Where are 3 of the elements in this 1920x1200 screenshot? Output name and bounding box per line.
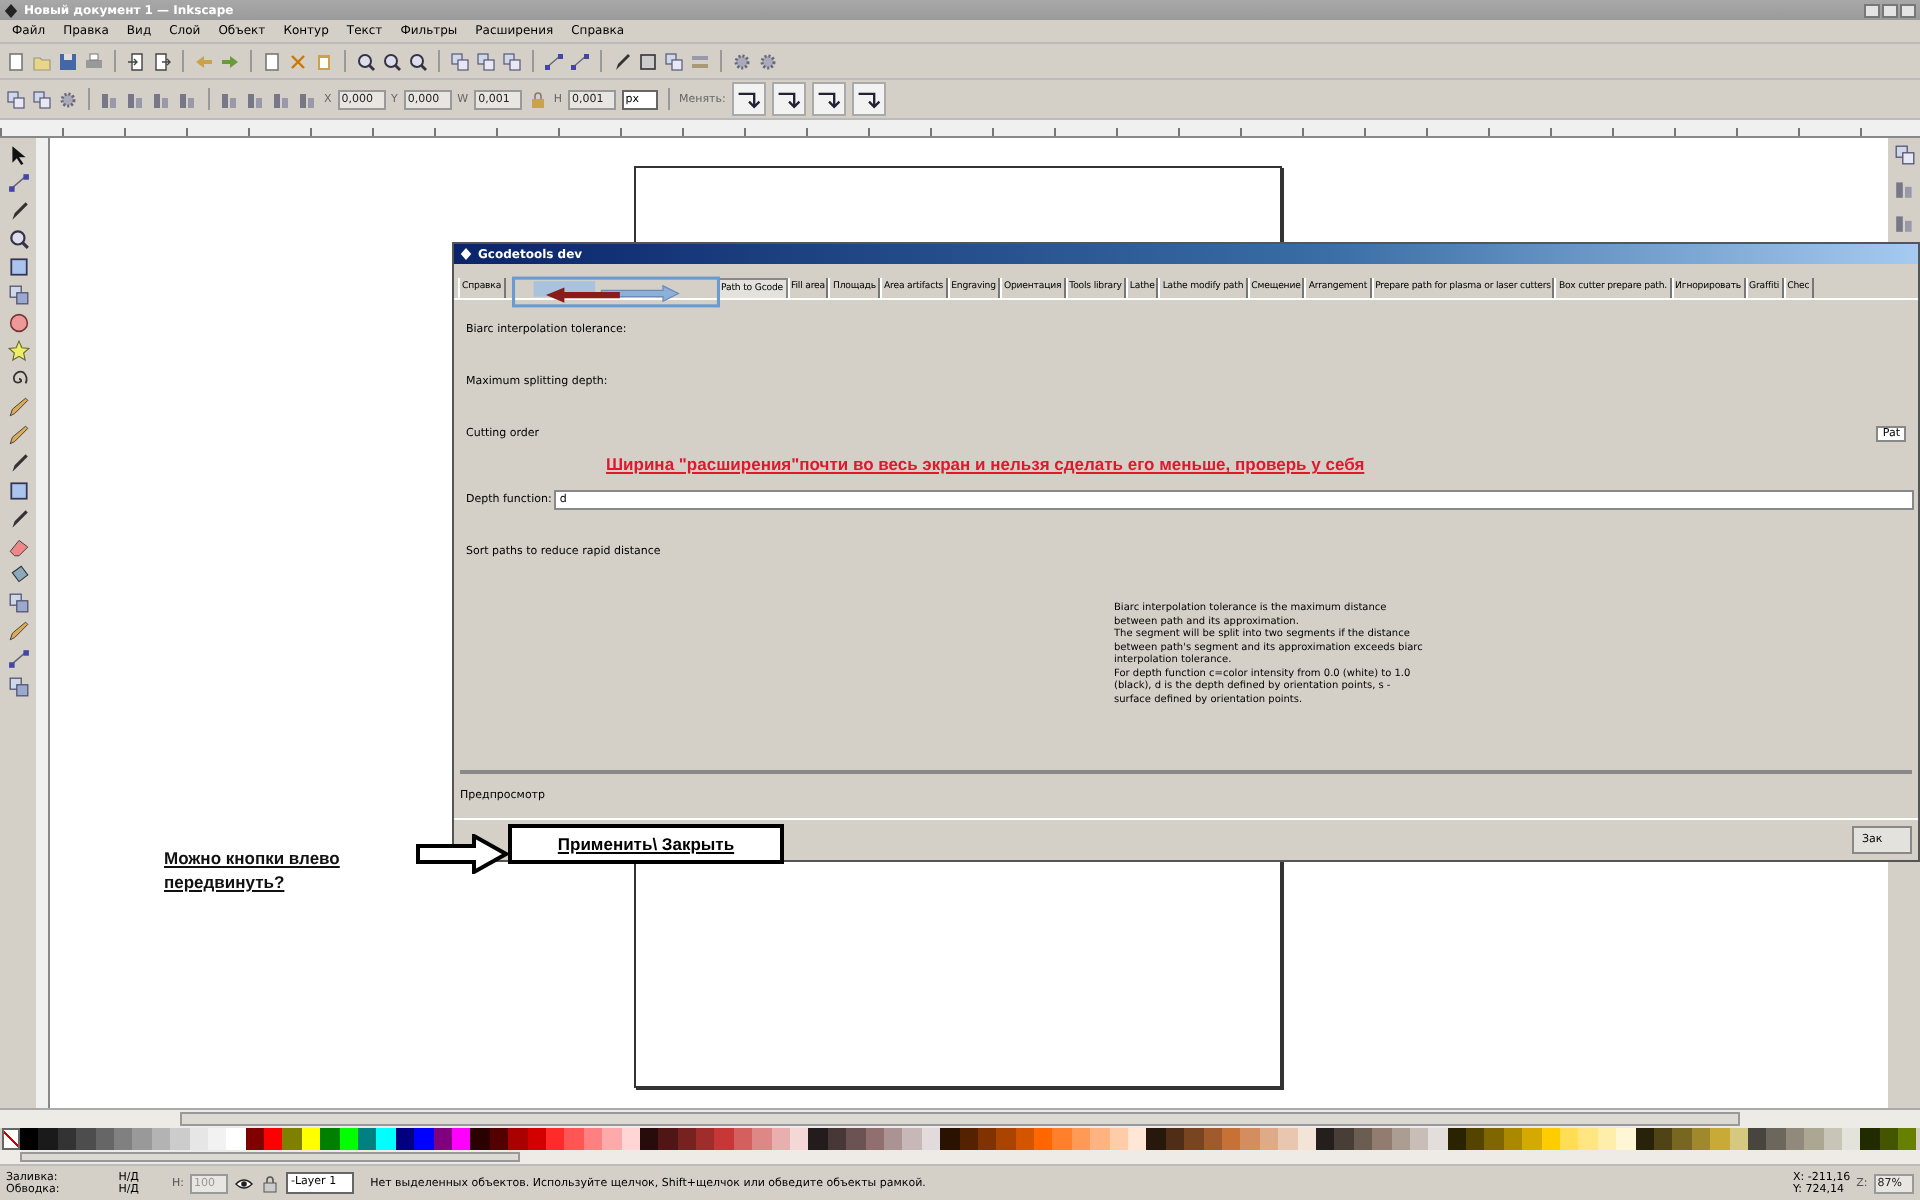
annotation-text: Можно кнопки влево передвинуть? <box>164 846 342 894</box>
annotation-text: Ширина "расширения"почти во весь экран и нельзя сделать его меньше, проверь у себя <box>606 454 1367 474</box>
annotation-text: Применить\ Закрыть <box>557 834 735 854</box>
